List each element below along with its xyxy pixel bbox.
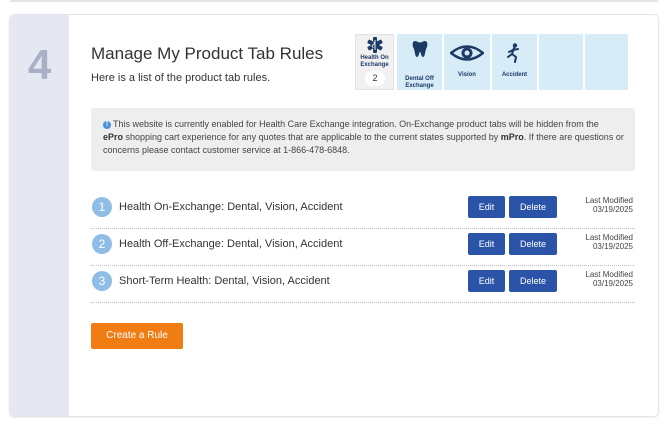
eye-icon bbox=[450, 45, 484, 61]
rule-row: 1 Health On-Exchange: Dental, Vision, Ac… bbox=[91, 192, 635, 229]
tab-label: Health On Exchange bbox=[360, 55, 389, 68]
edit-button[interactable]: Edit bbox=[468, 233, 505, 255]
product-tabs-preview: Health On Exchange 2 Dental Off Exchange… bbox=[355, 34, 628, 90]
notice-text: ! This website is currently enabled for H… bbox=[103, 119, 624, 155]
edit-button[interactable]: Edit bbox=[468, 270, 505, 292]
rule-number-badge: 1 bbox=[92, 197, 112, 217]
accident-icon bbox=[507, 43, 519, 63]
rule-label: Health On-Exchange: Dental, Vision, Acci… bbox=[119, 201, 343, 213]
tab-health-on-exchange[interactable]: Health On Exchange 2 bbox=[355, 34, 394, 90]
step-column: 4 bbox=[10, 15, 69, 416]
last-modified: Last Modified 03/19/2025 bbox=[585, 270, 633, 288]
tab-label: Accident bbox=[501, 72, 528, 78]
tab-label: Dental Off Exchange bbox=[405, 76, 434, 89]
last-modified: Last Modified 03/19/2025 bbox=[585, 233, 633, 251]
tab-count-badge: 2 bbox=[365, 71, 385, 86]
edit-button[interactable]: Edit bbox=[468, 196, 505, 218]
rule-label: Short-Term Health: Dental, Vision, Accid… bbox=[119, 275, 330, 287]
tab-dental-off-exchange[interactable]: Dental Off Exchange bbox=[397, 34, 442, 90]
tab-empty bbox=[585, 34, 628, 90]
rules-card: 4 Manage My Product Tab Rules Here is a … bbox=[10, 15, 658, 416]
delete-button[interactable]: Delete bbox=[509, 270, 557, 292]
rule-row: 3 Short-Term Health: Dental, Vision, Acc… bbox=[91, 266, 635, 303]
tab-empty bbox=[539, 34, 583, 90]
page-title: Manage My Product Tab Rules bbox=[91, 44, 324, 63]
tab-vision[interactable]: Vision bbox=[444, 34, 490, 90]
medical-star-icon bbox=[367, 37, 383, 53]
rule-label: Health Off-Exchange: Dental, Vision, Acc… bbox=[119, 238, 343, 250]
rule-row: 2 Health Off-Exchange: Dental, Vision, A… bbox=[91, 229, 635, 266]
page-subtitle: Here is a list of the product tab rules. bbox=[91, 72, 271, 84]
step-number: 4 bbox=[27, 41, 52, 88]
tab-accident[interactable]: Accident bbox=[492, 34, 537, 90]
tab-label: Vision bbox=[458, 72, 476, 78]
info-icon: ! bbox=[103, 121, 111, 129]
rule-number-badge: 3 bbox=[92, 271, 112, 291]
top-divider bbox=[10, 0, 658, 2]
rule-number-badge: 2 bbox=[92, 234, 112, 254]
tooth-icon bbox=[412, 41, 428, 57]
create-rule-button[interactable]: Create a Rule bbox=[91, 323, 183, 349]
exchange-notice: ! This website is currently enabled for H… bbox=[91, 108, 635, 171]
delete-button[interactable]: Delete bbox=[509, 233, 557, 255]
last-modified: Last Modified 03/19/2025 bbox=[585, 196, 633, 214]
delete-button[interactable]: Delete bbox=[509, 196, 557, 218]
